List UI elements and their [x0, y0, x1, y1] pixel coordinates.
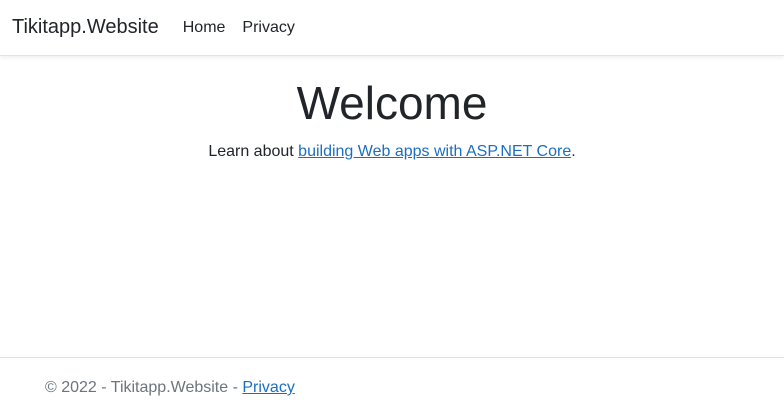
- page-title: Welcome: [296, 77, 488, 129]
- nav-links: Home Privacy: [175, 19, 303, 37]
- footer-text: © 2022 - Tikitapp.Website - Privacy: [45, 379, 295, 397]
- intro-text: Learn about building Web apps with ASP.N…: [0, 140, 784, 164]
- footer-copyright: © 2022 - Tikitapp.Website -: [45, 379, 243, 396]
- page-footer: © 2022 - Tikitapp.Website - Privacy: [0, 357, 784, 419]
- aspnet-docs-link[interactable]: building Web apps with ASP.NET Core: [298, 143, 571, 160]
- footer-privacy-link[interactable]: Privacy: [242, 379, 294, 396]
- nav-link-privacy[interactable]: Privacy: [234, 19, 302, 37]
- nav-link-home[interactable]: Home: [175, 19, 234, 37]
- intro-prefix: Learn about: [208, 143, 299, 160]
- top-navbar: Tikitapp.Website Home Privacy: [0, 0, 784, 56]
- brand-link[interactable]: Tikitapp.Website: [12, 16, 159, 39]
- main-content: Welcome Learn about building Web apps wi…: [0, 57, 784, 164]
- intro-suffix: .: [571, 143, 576, 160]
